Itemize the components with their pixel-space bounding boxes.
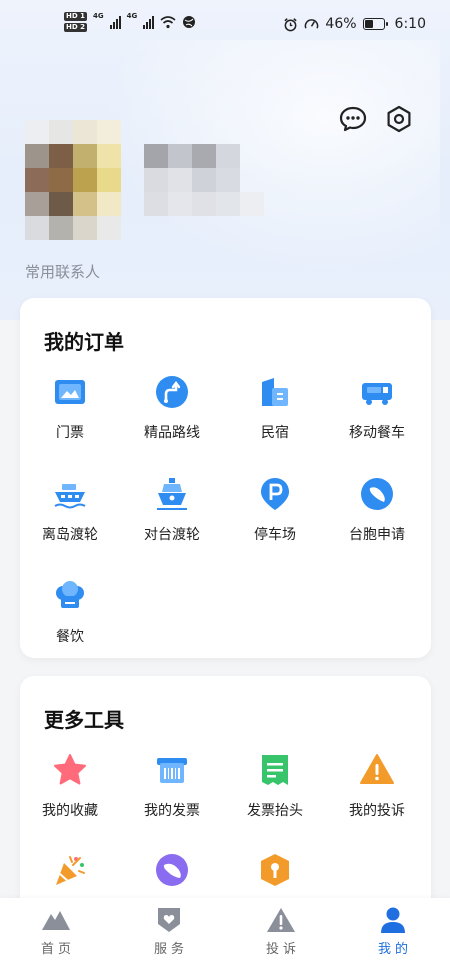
tab-service[interactable]: 服务 [129, 906, 209, 957]
settings-icon[interactable] [384, 104, 414, 134]
status-bar: HD 1 HD 2 4G 4G 46% 6:10 [0, 0, 450, 52]
profile-icon [381, 907, 405, 933]
order-food-truck-label: 移动餐车 [349, 425, 405, 441]
tool-favorites-label: 我的收藏 [42, 803, 98, 819]
tools-title: 更多工具 [44, 708, 124, 732]
tab-complaint-label: 投诉 [265, 942, 300, 957]
tool-complaints-label: 我的投诉 [349, 803, 405, 819]
order-ticket-label: 门票 [56, 425, 84, 441]
invoice-header-icon [262, 755, 288, 785]
taiwan-apply-icon [361, 478, 393, 510]
tab-service-label: 服务 [153, 942, 188, 957]
bottom-tab-bar: 首页 服务 投诉 我的 [0, 898, 450, 960]
order-taiwan-apply[interactable]: 台胞申请 [327, 476, 427, 544]
order-homestay-label: 民宿 [261, 425, 289, 441]
star-icon [54, 754, 86, 785]
network-type-2: 4G [126, 12, 138, 20]
tools-card: 更多工具 我的收藏 我的发票 发票抬头 我的投诉 [20, 676, 431, 916]
order-route-label: 精品路线 [144, 425, 200, 441]
taiwan-ferry-icon [157, 478, 187, 510]
tool-planet[interactable] [122, 852, 222, 888]
tab-home[interactable]: 首页 [16, 906, 96, 957]
network-type-1: 4G [92, 12, 104, 20]
route-icon [156, 376, 188, 408]
order-ferry-label: 离岛渡轮 [42, 527, 98, 543]
chat-icon[interactable] [338, 104, 368, 134]
ticket-icon [55, 380, 85, 404]
order-parking-label: 停车场 [254, 527, 296, 543]
hd1-badge: HD 1 [64, 12, 87, 21]
tab-mine[interactable]: 我的 [353, 906, 433, 957]
battery-fill [364, 20, 373, 28]
signal-icon-2 [143, 15, 155, 29]
clock: 6:10 [394, 16, 426, 32]
planet-icon [156, 854, 188, 886]
order-food-truck[interactable]: 移动餐车 [327, 374, 427, 442]
globe-icon [183, 16, 196, 28]
tab-home-label: 首页 [40, 942, 75, 957]
alarm-icon [284, 17, 298, 31]
order-ticket[interactable]: 门票 [20, 374, 120, 442]
tool-complaints[interactable]: 我的投诉 [327, 752, 427, 820]
ferry-icon [54, 484, 86, 509]
food-truck-icon [362, 383, 392, 405]
tab-complaint[interactable]: 投诉 [241, 906, 321, 957]
service-icon [158, 908, 180, 932]
order-taiwan-ferry-label: 对台渡轮 [144, 527, 200, 543]
complaint-icon [360, 754, 394, 784]
hd2-badge: HD 2 [64, 23, 87, 32]
wifi-icon [160, 16, 176, 29]
order-taiwan-ferry[interactable]: 对台渡轮 [122, 476, 222, 544]
signal-icon [109, 15, 121, 29]
order-taiwan-apply-label: 台胞申请 [349, 527, 405, 543]
username [144, 144, 264, 216]
dining-icon [56, 581, 84, 608]
order-dining[interactable]: 餐饮 [20, 578, 120, 646]
shield-icon [261, 854, 289, 886]
tool-event[interactable] [20, 852, 120, 888]
orders-card: 我的订单 门票 精品路线 民宿 移动餐车 离岛渡轮 对台渡轮 停车场 台胞申请 … [20, 298, 431, 658]
order-dining-label: 餐饮 [56, 629, 84, 645]
battery-icon [362, 18, 388, 30]
order-route[interactable]: 精品路线 [122, 374, 222, 442]
party-icon [56, 856, 85, 885]
tool-favorites[interactable]: 我的收藏 [20, 752, 120, 820]
avatar[interactable] [25, 120, 121, 240]
warning-icon [267, 908, 295, 932]
tool-invoices[interactable]: 我的发票 [122, 752, 222, 820]
speed-icon [305, 18, 319, 29]
home-icon [42, 911, 70, 930]
tool-invoice-header-label: 发票抬头 [247, 803, 303, 819]
order-homestay[interactable]: 民宿 [225, 374, 325, 442]
tab-mine-label: 我的 [377, 942, 412, 957]
tool-security[interactable] [225, 852, 325, 888]
frequent-contacts-link[interactable]: 常用联系人 [25, 261, 100, 282]
battery-percent: 46% [325, 16, 357, 32]
parking-icon [261, 478, 289, 510]
homestay-icon [262, 378, 288, 406]
invoice-icon [157, 758, 187, 783]
tool-invoice-header[interactable]: 发票抬头 [225, 752, 325, 820]
tool-invoices-label: 我的发票 [144, 803, 200, 819]
orders-title: 我的订单 [44, 330, 124, 354]
order-parking[interactable]: 停车场 [225, 476, 325, 544]
order-ferry[interactable]: 离岛渡轮 [20, 476, 120, 544]
